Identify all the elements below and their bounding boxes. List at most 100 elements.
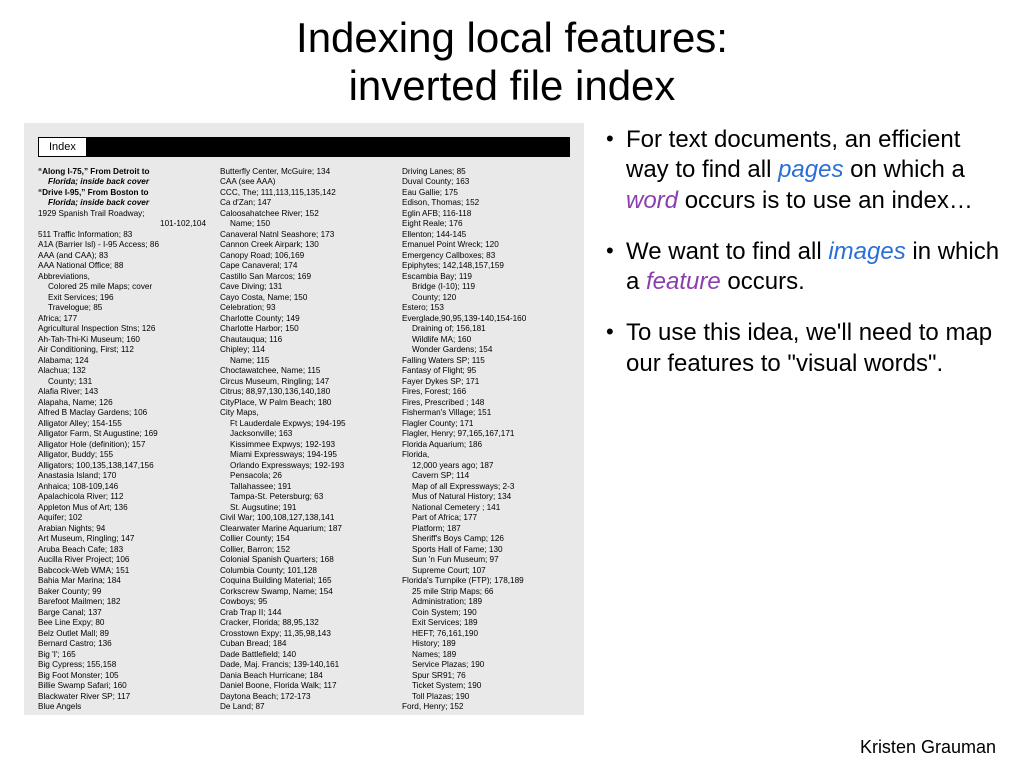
index-entry: Florida, (402, 450, 570, 461)
index-entry: Babcock-Web WMA; 151 (38, 566, 206, 577)
index-entry: St. Augsutine; 191 (220, 503, 388, 514)
index-page-image: Index “Along I-75,” From Detroit toFlori… (24, 123, 584, 715)
index-entry: Cayo Costa, Name; 150 (220, 293, 388, 304)
index-entry: Eau Gallie; 175 (402, 188, 570, 199)
index-entry: Collier, Barron; 152 (220, 545, 388, 556)
index-entry: Tampa-St. Petersburg; 63 (220, 492, 388, 503)
index-entry: Dade Battlefield; 140 (220, 650, 388, 661)
index-entry: Tallahassee; 191 (220, 482, 388, 493)
index-entry: Aucilla River Project; 106 (38, 555, 206, 566)
index-entry: Colored 25 mile Maps; cover (38, 282, 206, 293)
index-entry: Pensacola; 26 (220, 471, 388, 482)
index-entry: Service Plazas; 190 (402, 660, 570, 671)
index-entry: Jacksonville; 163 (220, 429, 388, 440)
index-entry: Circus Museum, Ringling; 147 (220, 377, 388, 388)
index-entry: 12,000 years ago; 187 (402, 461, 570, 472)
index-entry: Castillo San Marcos; 169 (220, 272, 388, 283)
index-entry: Appleton Mus of Art; 136 (38, 503, 206, 514)
index-entry: HEFT; 76,161,190 (402, 629, 570, 640)
index-column-1: “Along I-75,” From Detroit toFlorida; in… (38, 167, 206, 713)
index-entry: Citrus; 88,97,130,136,140,180 (220, 387, 388, 398)
index-entry: Cavern SP; 114 (402, 471, 570, 482)
index-entry: Alligator, Buddy; 155 (38, 450, 206, 461)
index-entry: 25 mile Strip Maps; 66 (402, 587, 570, 598)
bullet-text: occurs is to use an index… (678, 187, 973, 214)
index-entry: Duval County; 163 (402, 177, 570, 188)
index-header-blackbar (87, 137, 570, 157)
index-entry: Wonder Gardens; 154 (402, 345, 570, 356)
index-entry: Cuban Bread; 184 (220, 639, 388, 650)
bullet-2: We want to find all images in which a fe… (602, 237, 1000, 298)
index-entry: Epiphytes; 142,148,157,159 (402, 261, 570, 272)
index-entry: Collier County; 154 (220, 534, 388, 545)
index-entry: Ft Lauderdale Expwys; 194-195 (220, 419, 388, 430)
index-entry: Spur SR91; 76 (402, 671, 570, 682)
index-entry: Big 'I'; 165 (38, 650, 206, 661)
bullet-text: word (626, 187, 678, 214)
title-line-1: Indexing local features: (296, 14, 728, 61)
index-entry: Eight Reale; 176 (402, 219, 570, 230)
index-entry: Caloosahatchee River; 152 (220, 209, 388, 220)
index-entry: Florida Aquarium; 186 (402, 440, 570, 451)
index-entry: Canaveral Natnl Seashore; 173 (220, 230, 388, 241)
index-entry: Bernard Castro; 136 (38, 639, 206, 650)
index-entry: Mus of Natural History; 134 (402, 492, 570, 503)
index-entry: Alachua; 132 (38, 366, 206, 377)
index-entry: AAA National Office; 88 (38, 261, 206, 272)
index-entry: Arabian Nights; 94 (38, 524, 206, 535)
index-entry: Charlotte Harbor; 150 (220, 324, 388, 335)
index-entry: Agricultural Inspection Stns; 126 (38, 324, 206, 335)
index-entry: CCC, The; 111,113,115,135,142 (220, 188, 388, 199)
index-entry: Blue Angels (38, 702, 206, 713)
index-entry: Canopy Road; 106,169 (220, 251, 388, 262)
index-entry: Flagler County; 171 (402, 419, 570, 430)
index-entry: Cave Diving; 131 (220, 282, 388, 293)
index-entry: Choctawatchee, Name; 115 (220, 366, 388, 377)
index-entry: Apalachicola River; 112 (38, 492, 206, 503)
index-entry: AAA (and CAA); 83 (38, 251, 206, 262)
index-entry: Administration; 189 (402, 597, 570, 608)
index-header-label: Index (38, 137, 87, 157)
index-entry: Civil War; 100,108,127,138,141 (220, 513, 388, 524)
index-entry: Corkscrew Swamp, Name; 154 (220, 587, 388, 598)
index-entry: Sun 'n Fun Museum; 97 (402, 555, 570, 566)
index-entry: Anastasia Island; 170 (38, 471, 206, 482)
index-entry: Ford, Henry; 152 (402, 702, 570, 713)
index-entry: Alligator Hole (definition); 157 (38, 440, 206, 451)
index-entry: Estero; 153 (402, 303, 570, 314)
bullet-text: To use this idea, we'll need to map our … (626, 319, 992, 377)
index-entry: Alafia River; 143 (38, 387, 206, 398)
bullets-ul: For text documents, an efficient way to … (602, 125, 1000, 380)
index-entry: Draining of; 156,181 (402, 324, 570, 335)
index-entry: CityPlace, W Palm Beach; 180 (220, 398, 388, 409)
index-entry: Air Conditioning, First; 112 (38, 345, 206, 356)
index-entry: Aquifer; 102 (38, 513, 206, 524)
bullet-3: To use this idea, we'll need to map our … (602, 318, 1000, 379)
index-entry: County; 131 (38, 377, 206, 388)
index-entry: Daytona Beach; 172-173 (220, 692, 388, 703)
index-entry: Abbreviations, (38, 272, 206, 283)
index-entry: Kissimmee Expwys; 192-193 (220, 440, 388, 451)
index-entry: Toll Plazas; 190 (402, 692, 570, 703)
bullet-1: For text documents, an efficient way to … (602, 125, 1000, 217)
index-entry: Exit Services; 189 (402, 618, 570, 629)
index-entry: Anhaica; 108-109,146 (38, 482, 206, 493)
index-entry: Edison, Thomas; 152 (402, 198, 570, 209)
index-entry: Florida's Turnpike (FTP); 178,189 (402, 576, 570, 587)
index-entry: Aruba Beach Cafe; 183 (38, 545, 206, 556)
index-entry: Cannon Creek Airpark; 130 (220, 240, 388, 251)
index-entry: Celebration; 93 (220, 303, 388, 314)
index-entry: Barge Canal; 137 (38, 608, 206, 619)
bullet-list: For text documents, an efficient way to … (602, 123, 1000, 715)
index-entry: Escambia Bay; 119 (402, 272, 570, 283)
title-line-2: inverted file index (349, 62, 676, 109)
index-entry: National Cemetery ; 141 (402, 503, 570, 514)
index-entry: Chautauqua; 116 (220, 335, 388, 346)
index-column-2: Butterfly Center, McGuire; 134CAA (see A… (220, 167, 388, 713)
index-entry: Cracker, Florida; 88,95,132 (220, 618, 388, 629)
index-entry: Crosstown Expy; 11,35,98,143 (220, 629, 388, 640)
index-entry: Bridge (I-10); 119 (402, 282, 570, 293)
index-entry: Fires, Forest; 166 (402, 387, 570, 398)
slide-title: Indexing local features: inverted file i… (0, 0, 1024, 111)
index-entry: Fantasy of Flight; 95 (402, 366, 570, 377)
